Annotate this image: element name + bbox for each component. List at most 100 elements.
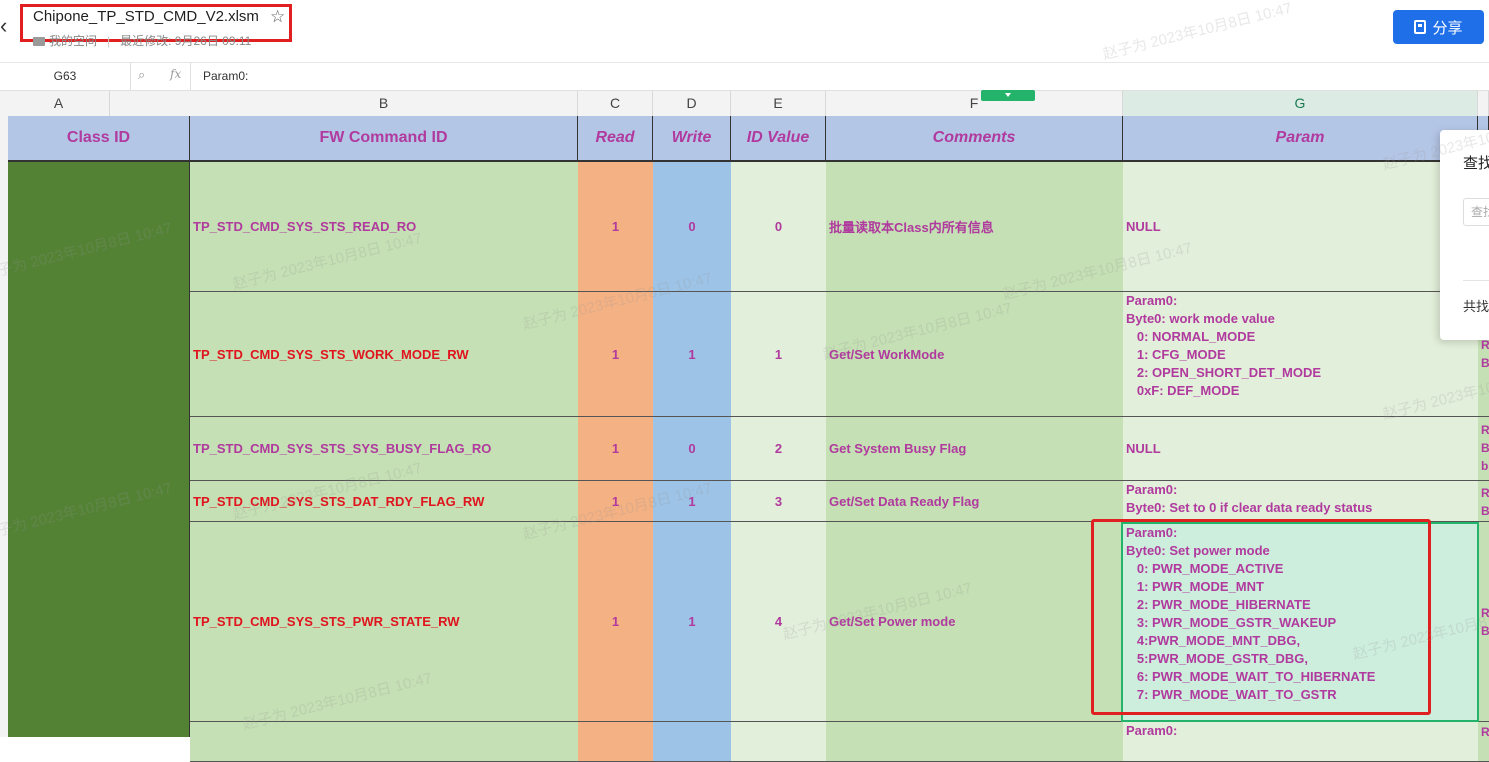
file-title[interactable]: Chipone_TP_STD_CMD_V2.xlsm — [33, 8, 259, 25]
find-input[interactable]: 查找 — [1463, 198, 1489, 226]
header-id-value[interactable]: ID Value — [731, 116, 826, 162]
param-cell-text: Param0: Byte0: work mode value 0: NORMAL… — [1126, 293, 1322, 398]
header-comments[interactable]: Comments — [826, 116, 1123, 162]
next-col-fragment: B — [1481, 504, 1489, 518]
next-col-cell[interactable] — [1478, 522, 1489, 722]
comment-cell[interactable]: Get/Set WorkMode — [826, 292, 1123, 417]
share-icon — [1414, 20, 1427, 34]
write-cell[interactable]: 1 — [653, 522, 731, 722]
file-meta: 我的空间 | 最近修改: 9月26日 09:11 — [33, 32, 251, 49]
fw-command-cell[interactable]: TP_STD_CMD_SYS_STS_READ_RO — [190, 162, 578, 292]
write-cell-text: 1 — [688, 346, 696, 362]
id-value-cell[interactable]: 1 — [731, 292, 826, 417]
comment-cell-text: Get/Set WorkMode — [829, 346, 945, 362]
folder-icon — [33, 37, 45, 47]
param-cell-text: Param0: Byte0: Set to 0 if clear data re… — [1126, 482, 1373, 515]
header-fw-command-id[interactable]: FW Command ID — [190, 116, 578, 162]
fw-command-cell-text: TP_STD_CMD_SYS_STS_READ_RO — [193, 219, 417, 234]
read-cell[interactable]: 1 — [578, 162, 653, 292]
next-col-fragment: b — [1481, 459, 1489, 473]
id-value-cell-text: 4 — [774, 614, 783, 629]
comment-cell[interactable]: Get/Set Data Ready Flag — [826, 481, 1123, 522]
comment-cell-text: 批量读取本Class内所有信息 — [829, 220, 994, 235]
header-read[interactable]: Read — [578, 116, 653, 162]
id-value-cell[interactable]: 0 — [731, 162, 826, 292]
col-header-f[interactable]: F — [826, 91, 1123, 116]
fw-command-cell[interactable]: TP_STD_CMD_SYS_STS_WORK_MODE_RW — [190, 292, 578, 417]
read-cell-text: 1 — [611, 346, 620, 362]
fw-command-cell-text: TP_STD_CMD_SYS_STS_DAT_RDY_FLAG_RW — [193, 493, 485, 509]
write-cell[interactable]: 1 — [653, 292, 731, 417]
write-cell[interactable]: 0 — [653, 162, 731, 292]
col-header-g[interactable]: G — [1123, 91, 1478, 116]
comment-cell[interactable]: 批量读取本Class内所有信息 — [826, 162, 1123, 292]
id-value-cell[interactable] — [731, 722, 826, 762]
param-highlight-box — [1091, 519, 1431, 715]
fw-command-cell-text: TP_STD_CMD_SYS_STS_WORK_MODE_RW — [193, 346, 469, 362]
header-class-id[interactable]: Class ID — [8, 116, 190, 162]
fw-command-cell-text: TP_STD_CMD_SYS_STS_PWR_STATE_RW — [193, 614, 460, 629]
param-cell[interactable]: NULL — [1123, 417, 1478, 481]
param-cell-text: Param0: — [1126, 723, 1178, 738]
header-write[interactable]: Write — [653, 116, 731, 162]
fw-command-cell[interactable]: TP_STD_CMD_SYS_STS_DAT_RDY_FLAG_RW — [190, 481, 578, 522]
find-count: 共找 — [1463, 299, 1489, 314]
next-col-fragment: B — [1481, 356, 1489, 370]
back-icon[interactable]: ‹ — [0, 14, 14, 38]
next-col-fragment: R — [1481, 338, 1489, 352]
next-col-fragment: R — [1481, 606, 1489, 620]
read-cell-text: 1 — [611, 441, 620, 456]
id-value-cell-text: 3 — [774, 493, 783, 509]
header-param[interactable]: Param — [1123, 116, 1478, 162]
fw-command-cell[interactable]: TP_STD_CMD_SYS_STS_PWR_STATE_RW — [190, 522, 578, 722]
zoom-icon[interactable]: ⌕ — [138, 67, 145, 83]
col-header-b[interactable]: B — [190, 91, 578, 116]
param-cell[interactable]: NULL — [1123, 162, 1478, 292]
fw-command-cell[interactable]: TP_STD_CMD_SYS_STS_SYS_BUSY_FLAG_RO — [190, 417, 578, 481]
cell-reference-box[interactable]: G63 — [0, 63, 131, 90]
read-cell[interactable] — [578, 722, 653, 762]
read-cell[interactable]: 1 — [578, 522, 653, 722]
comment-cell-text: Get/Set Data Ready Flag — [829, 493, 980, 509]
find-divider — [1463, 280, 1489, 281]
col-header-e[interactable]: E — [731, 91, 826, 116]
comment-cell[interactable]: Get System Busy Flag — [826, 417, 1123, 481]
fx-icon[interactable]: fx — [170, 67, 181, 81]
param-cell[interactable]: Param0: — [1123, 722, 1478, 762]
param-cell[interactable]: Param0: Byte0: work mode value 0: NORMAL… — [1123, 292, 1478, 417]
col-header-c[interactable]: C — [578, 91, 653, 116]
share-label: 分享 — [1432, 19, 1463, 37]
file-location[interactable]: 我的空间 — [49, 34, 97, 48]
id-value-cell[interactable]: 2 — [731, 417, 826, 481]
col-header-d[interactable]: D — [653, 91, 731, 116]
read-cell-text: 1 — [611, 614, 620, 629]
write-cell[interactable] — [653, 722, 731, 762]
read-cell[interactable]: 1 — [578, 292, 653, 417]
star-icon[interactable]: ☆ — [270, 7, 285, 27]
comment-cell[interactable] — [826, 722, 1123, 762]
next-col-fragment: B — [1481, 624, 1489, 638]
fw-command-cell[interactable] — [190, 722, 578, 762]
write-cell-text: 0 — [688, 441, 696, 456]
id-value-cell-text: 1 — [774, 346, 783, 362]
read-cell[interactable]: 1 — [578, 417, 653, 481]
id-value-cell-text: 0 — [774, 219, 783, 234]
col-header-a[interactable]: A — [8, 91, 110, 116]
write-cell[interactable]: 1 — [653, 481, 731, 522]
id-value-cell[interactable]: 3 — [731, 481, 826, 522]
col-header-h[interactable] — [1478, 91, 1489, 116]
class-id-cell[interactable] — [8, 162, 190, 737]
comment-cell-text: Get/Set Power mode — [829, 614, 956, 629]
param-cell[interactable]: Param0: Byte0: Set to 0 if clear data re… — [1123, 481, 1478, 522]
share-button[interactable]: 分享 — [1393, 10, 1484, 44]
last-modified: 最近修改: 9月26日 09:11 — [120, 34, 252, 48]
write-cell-text: 0 — [688, 219, 696, 234]
formula-input[interactable]: Param0: — [190, 63, 1489, 90]
fw-command-cell-text: TP_STD_CMD_SYS_STS_SYS_BUSY_FLAG_RO — [193, 441, 492, 456]
filter-dropdown-button[interactable] — [981, 90, 1035, 101]
comment-cell[interactable]: Get/Set Power mode — [826, 522, 1123, 722]
write-cell[interactable]: 0 — [653, 417, 731, 481]
id-value-cell[interactable]: 4 — [731, 522, 826, 722]
read-cell[interactable]: 1 — [578, 481, 653, 522]
write-cell-text: 1 — [688, 493, 696, 509]
